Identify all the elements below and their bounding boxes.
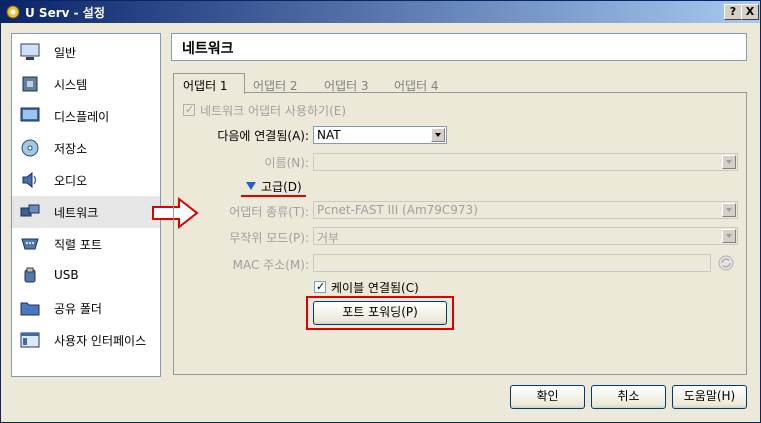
usb-icon <box>24 267 36 283</box>
sidebar-item-general[interactable]: 일반 <box>12 36 160 68</box>
sidebar-item-shared-folders[interactable]: 공유 폴더 <box>12 292 160 324</box>
enable-adapter-label: 네트워크 어댑터 사용하기(E) <box>200 104 347 118</box>
sidebar-item-label: 디스플레이 <box>54 110 110 124</box>
sidebar-item-label: USB <box>54 268 79 282</box>
sidebar-item-user-interface[interactable]: 사용자 인터페이스 <box>12 324 160 356</box>
chip-icon <box>22 76 38 92</box>
help-button[interactable]: 도움말(H) <box>672 385 747 409</box>
ok-button[interactable]: 확인 <box>510 385 585 409</box>
page-title: 네트워크 <box>182 41 234 57</box>
title-bar[interactable]: U Serv - 설정 ? X <box>1 1 760 23</box>
advanced-toggle[interactable]: 고급(D) <box>261 178 302 195</box>
sidebar-item-display[interactable]: 디스플레이 <box>12 100 160 132</box>
tab-adapter-1[interactable]: 어댑터 1 <box>173 73 245 94</box>
name-select[interactable] <box>313 153 738 171</box>
category-list: 일반 시스템 디스플레이 저장소 오디오 네트워크 직렬 포트 USB 공유 폴… <box>11 33 161 377</box>
sidebar-item-storage[interactable]: 저장소 <box>12 132 160 164</box>
promiscuous-mode-label: 무작위 모드(P): <box>229 231 309 245</box>
attached-to-select[interactable]: NAT <box>313 126 447 144</box>
promiscuous-mode-select[interactable]: 거부 <box>313 227 738 245</box>
tab-adapter-4[interactable]: 어댑터 4 <box>394 73 456 93</box>
chevron-down-icon <box>722 229 736 243</box>
annotation-highlight-box <box>306 296 454 330</box>
mac-address-label: MAC 주소(M): <box>232 258 309 272</box>
monitor-icon <box>20 43 40 60</box>
tab-adapter-2[interactable]: 어댑터 2 <box>253 73 315 93</box>
window-title: U Serv - 설정 <box>25 6 105 20</box>
sidebar-item-label: 직렬 포트 <box>54 238 102 252</box>
name-label: 이름(N): <box>264 156 309 170</box>
disk-icon <box>21 139 39 157</box>
cancel-button[interactable]: 취소 <box>591 385 666 409</box>
sidebar-item-label: 네트워크 <box>54 206 99 220</box>
sidebar-item-audio[interactable]: 오디오 <box>12 164 160 196</box>
adapter-type-select[interactable]: Pcnet-FAST III (Am79C973) <box>313 201 738 219</box>
mac-address-input[interactable] <box>313 254 711 272</box>
enable-adapter-checkbox[interactable]: ✓ <box>183 103 195 116</box>
chevron-down-icon <box>431 128 445 142</box>
attached-to-label: 다음에 연결됨(A): <box>217 129 309 143</box>
triangle-down-icon <box>246 182 256 190</box>
display-icon <box>20 107 40 122</box>
sidebar-item-network[interactable]: 네트워크 <box>12 196 160 228</box>
speaker-icon <box>22 171 37 189</box>
sidebar-item-label: 사용자 인터페이스 <box>54 334 147 348</box>
sidebar-item-system[interactable]: 시스템 <box>12 68 160 100</box>
serial-port-icon <box>21 238 39 250</box>
annotation-underline <box>241 195 306 197</box>
refresh-icon[interactable] <box>717 254 735 272</box>
sidebar-item-label: 오디오 <box>54 174 88 188</box>
page-title-box: 네트워크 <box>171 33 747 61</box>
help-title-button[interactable]: ? <box>724 4 742 20</box>
sidebar-item-label: 시스템 <box>54 78 88 92</box>
chevron-down-icon <box>722 203 736 217</box>
window-icon <box>20 332 40 348</box>
sidebar-item-label: 공유 폴더 <box>54 302 102 316</box>
sidebar-item-label: 일반 <box>54 46 77 60</box>
sidebar-item-label: 저장소 <box>54 142 88 156</box>
sidebar-item-usb[interactable]: USB <box>12 260 160 292</box>
folder-icon <box>20 302 40 316</box>
adapter-type-label: 어댑터 종류(T): <box>229 205 309 219</box>
network-icon <box>20 204 40 217</box>
chevron-down-icon <box>722 155 736 169</box>
sidebar-item-serial-port[interactable]: 직렬 포트 <box>12 228 160 260</box>
tab-adapter-3[interactable]: 어댑터 3 <box>324 73 386 93</box>
close-title-button[interactable]: X <box>741 4 759 20</box>
gear-icon <box>6 5 20 19</box>
cable-connected-checkbox[interactable]: ✓ <box>314 280 326 293</box>
cable-connected-label: 케이블 연결됨(C) <box>331 281 419 295</box>
settings-window: U Serv - 설정 ? X 일반 시스템 디스플레이 저장소 오디오 네트워… <box>0 0 761 423</box>
